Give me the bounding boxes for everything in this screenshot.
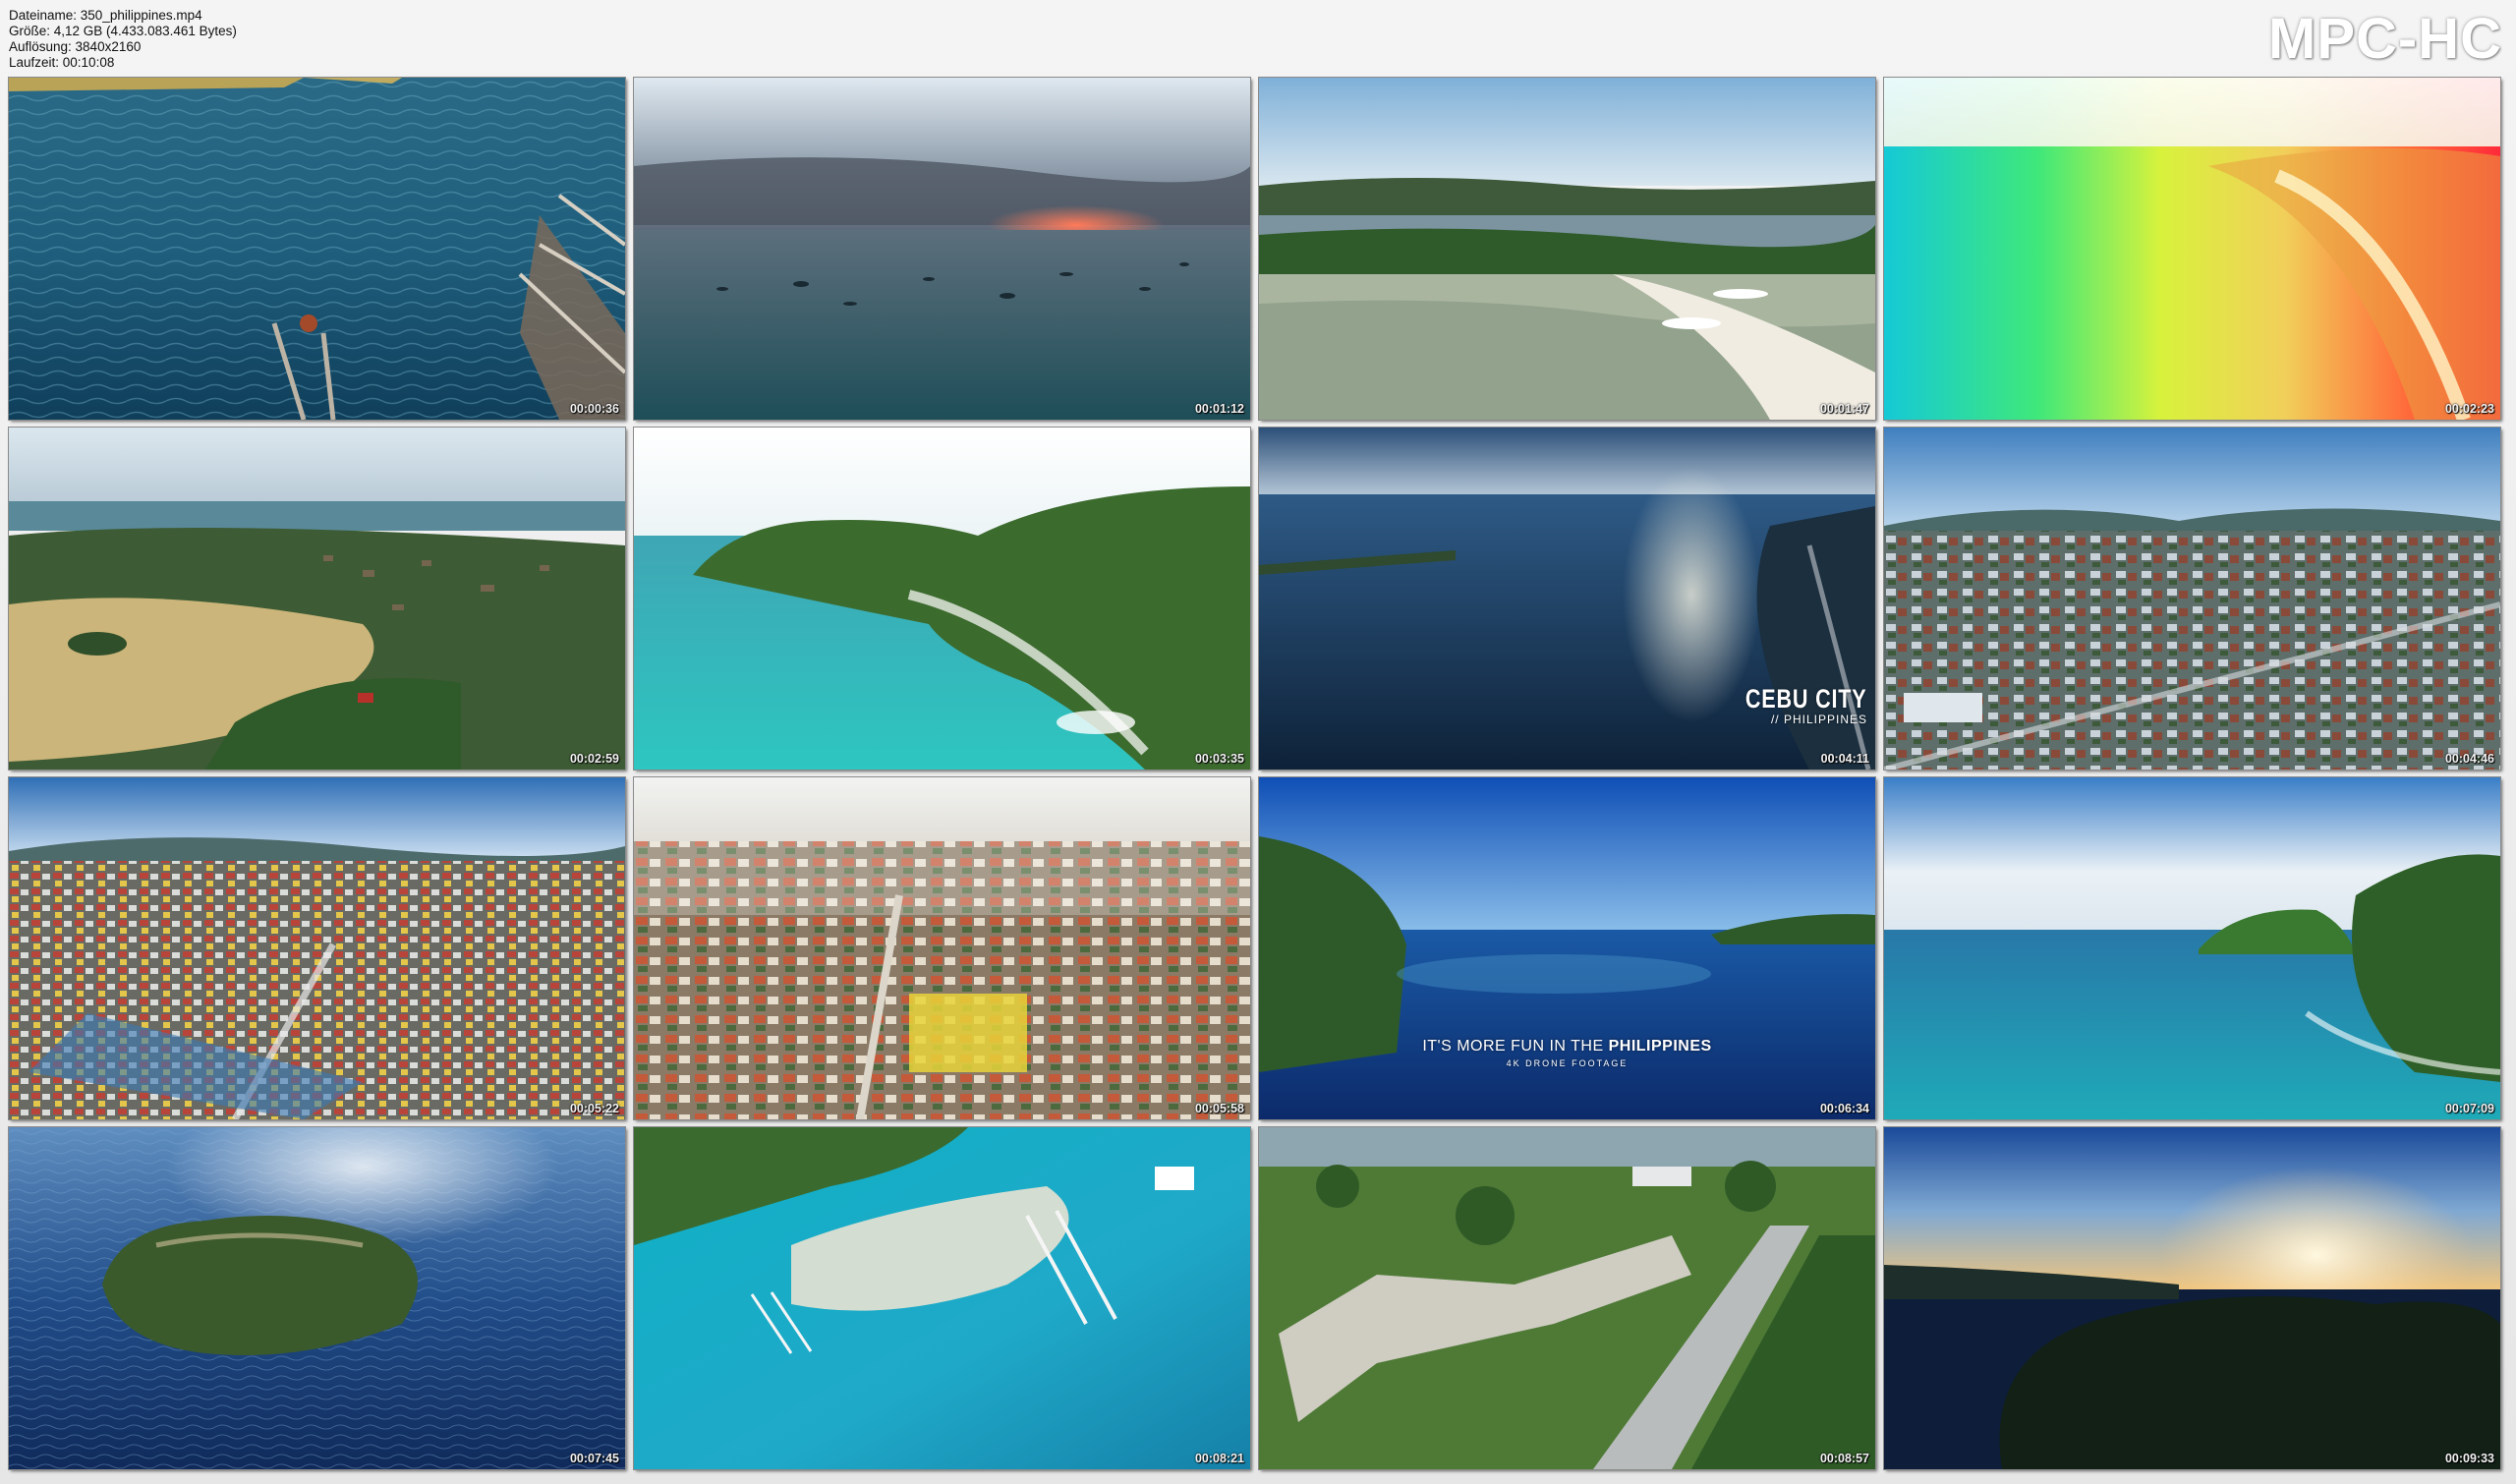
- thumbnail[interactable]: 00:05:58: [633, 776, 1251, 1120]
- jungle-headland-image: [634, 428, 1250, 770]
- timestamp: 00:05:58: [1194, 1102, 1244, 1115]
- duration-text: Laufzeit: 00:10:08: [9, 55, 115, 70]
- thumbnail[interactable]: 00:09:33: [1883, 1126, 2501, 1470]
- filename-text: Dateiname: 350_philippines.mp4: [9, 8, 202, 23]
- timestamp: 00:09:33: [2444, 1452, 2494, 1465]
- timestamp: 00:01:47: [1819, 402, 1869, 416]
- thumbnail[interactable]: 00:05:22: [8, 776, 626, 1120]
- rainbow-beach-image: [1884, 78, 2500, 420]
- timestamp: 00:08:57: [1819, 1452, 1869, 1465]
- timestamp: 00:02:59: [569, 752, 619, 766]
- timestamp: 00:04:11: [1820, 752, 1869, 766]
- outrigger-turquoise-image: [634, 1127, 1250, 1469]
- thumbnail[interactable]: 00:02:23: [1883, 77, 2501, 421]
- timestamp: 00:08:21: [1194, 1452, 1244, 1465]
- green-islet-image: [1884, 777, 2500, 1119]
- city-hazy-image: [634, 777, 1250, 1119]
- file-info-panel: Dateiname: 350_philippines.mp4 Größe: 4,…: [9, 8, 237, 71]
- thumbnail[interactable]: 00:02:59: [8, 427, 626, 771]
- fun-prefix: IT'S MORE FUN IN THE: [1422, 1038, 1604, 1055]
- timestamp: 00:03:35: [1194, 752, 1244, 766]
- cebu-subtitle: // PHILIPPINES: [1770, 713, 1867, 726]
- thumbnail[interactable]: 00:08:57: [1258, 1126, 1876, 1470]
- round-island-image: [9, 1127, 625, 1469]
- thumbnail[interactable]: 00:01:12: [633, 77, 1251, 421]
- filesize-text: Größe: 4,12 GB (4.433.083.461 Bytes): [9, 24, 237, 38]
- ocean-waves-image: [9, 78, 625, 420]
- thumbnail[interactable]: 00:01:47: [1258, 77, 1876, 421]
- timestamp: 00:00:36: [569, 402, 619, 416]
- thumbnail[interactable]: 00:07:45: [8, 1126, 626, 1470]
- resolution-text: Auflösung: 3840x2160: [9, 39, 142, 54]
- thumbnail[interactable]: CEBU CITY // PHILIPPINES 00:04:11: [1258, 427, 1876, 771]
- timestamp: 00:04:46: [2444, 752, 2494, 766]
- city-dense-image: [9, 777, 625, 1119]
- thumbnail[interactable]: 00:07:09: [1883, 776, 2501, 1120]
- aerial-lagoon-image: [1259, 78, 1875, 420]
- timestamp: 00:02:23: [2444, 402, 2494, 416]
- thumbnail[interactable]: 00:03:35: [633, 427, 1251, 771]
- island-town-image: [9, 428, 625, 770]
- thumbnail[interactable]: 00:00:36: [8, 77, 626, 421]
- thumbnail[interactable]: 00:08:21: [633, 1126, 1251, 1470]
- city-aerial-image: [1884, 428, 2500, 770]
- thumbnail[interactable]: IT'S MORE FUN IN THE PHILIPPINES 4K DRON…: [1258, 776, 1876, 1120]
- fun-philippines-overlay: IT'S MORE FUN IN THE PHILIPPINES 4K DRON…: [1259, 1038, 1875, 1068]
- fun-subtitle: 4K DRONE FOOTAGE: [1506, 1058, 1629, 1068]
- sunset-bay-image: [634, 78, 1250, 420]
- timestamp: 00:07:45: [569, 1452, 619, 1465]
- timestamp: 00:05:22: [569, 1102, 619, 1115]
- mpc-hc-logo: MPC-HC: [2268, 7, 2502, 71]
- sunset-silhouette-image: [1884, 1127, 2500, 1469]
- fort-park-image: [1259, 1127, 1875, 1469]
- timestamp: 00:06:34: [1819, 1102, 1869, 1115]
- thumbnail-grid: 00:00:36 00:01:12 00:01:47 00:02:23 00:0…: [8, 77, 2501, 1470]
- timestamp: 00:07:09: [2444, 1102, 2494, 1115]
- cebu-title: CEBU CITY: [1745, 684, 1867, 713]
- thumbnail[interactable]: 00:04:46: [1883, 427, 2501, 771]
- fun-highlight: PHILIPPINES: [1608, 1038, 1712, 1055]
- cebu-city-overlay: CEBU CITY // PHILIPPINES: [1715, 684, 1867, 726]
- timestamp: 00:01:12: [1194, 402, 1244, 416]
